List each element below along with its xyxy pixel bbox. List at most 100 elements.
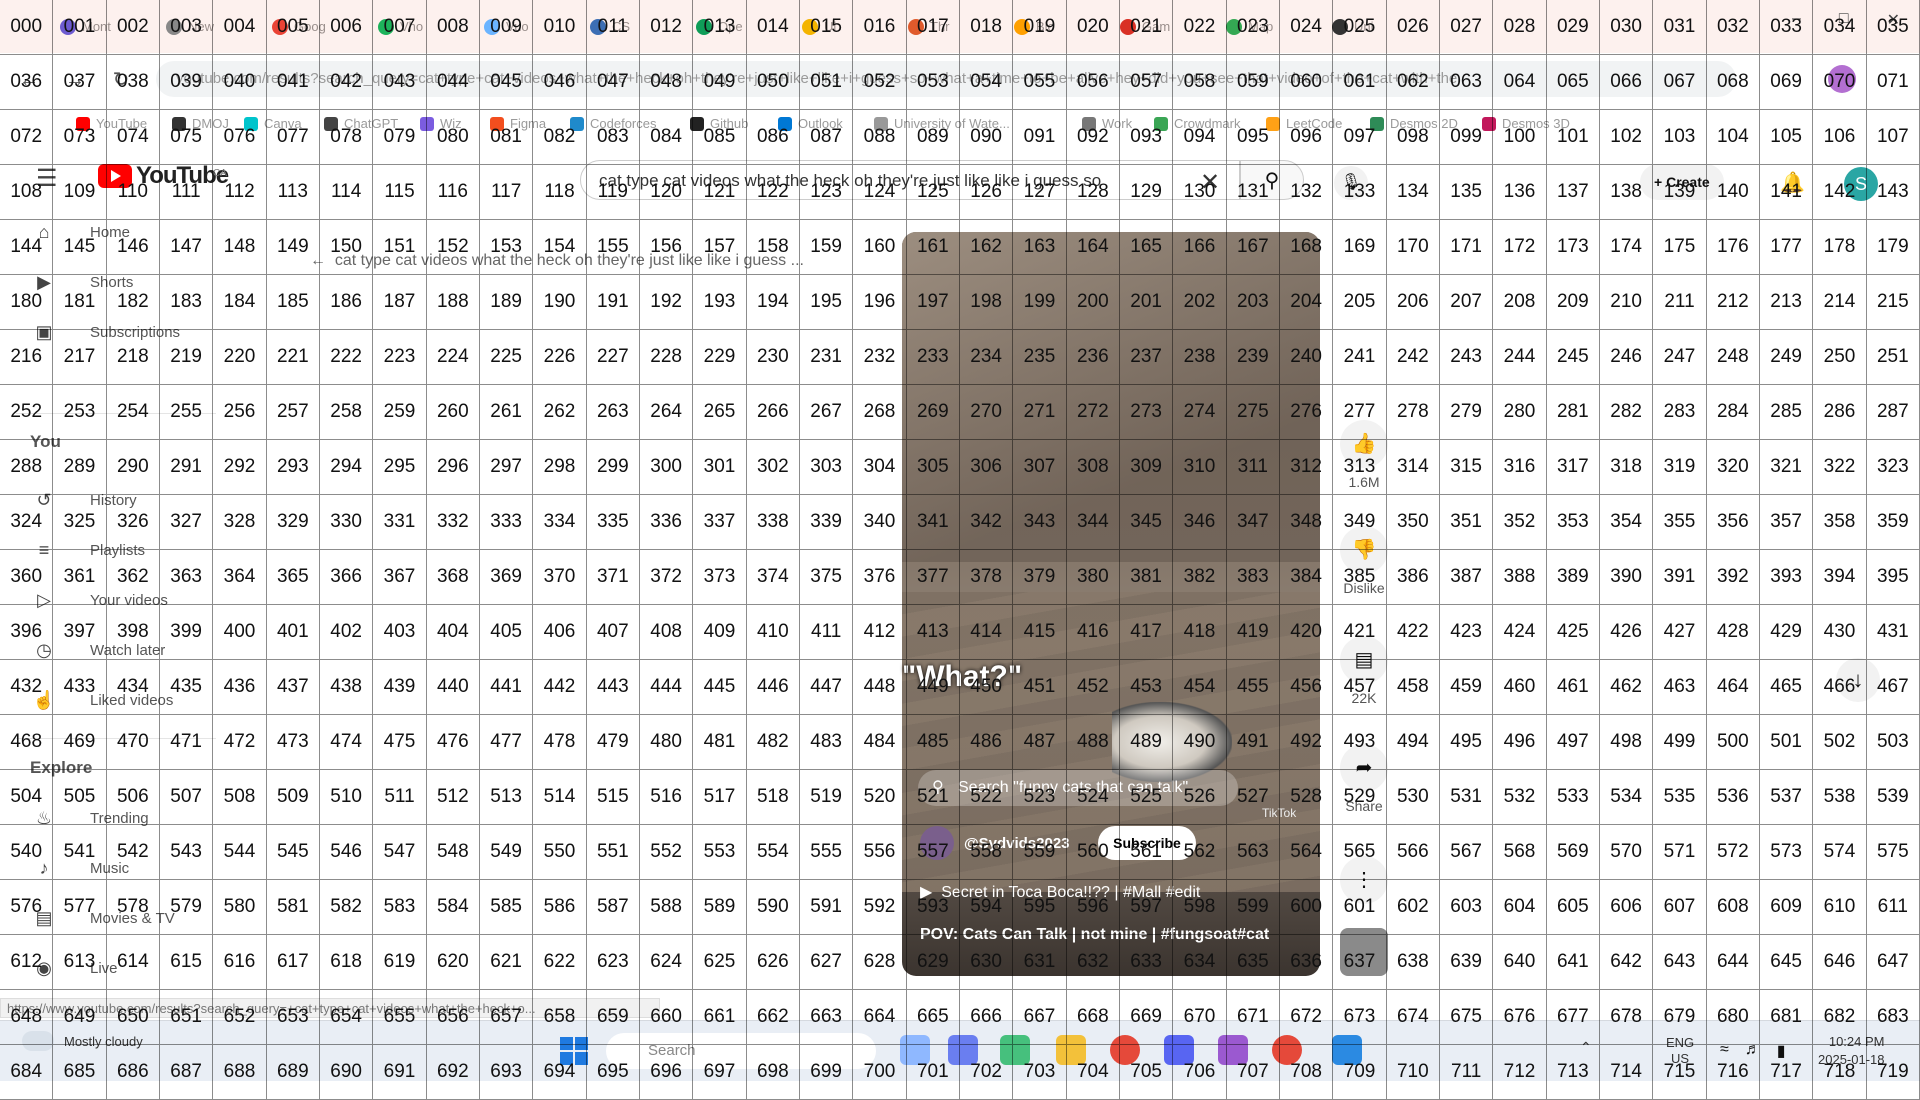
more-actions[interactable]: ⋮ [1340,856,1388,904]
share-icon[interactable]: ➦ [1340,744,1388,792]
sidebar-item-playlists[interactable]: ≡ Playlists [0,530,230,570]
chevron-up-icon[interactable]: ⌃ [1580,1039,1592,1056]
browser-tab[interactable]: Gam [1120,8,1216,45]
browser-tab[interactable]: Uni [1332,8,1428,45]
channel-avatar[interactable] [920,826,954,860]
clear-search-icon[interactable]: ✕ [1200,168,1220,197]
browser-tab[interactable]: CS [590,8,686,45]
bookmark-item[interactable]: DMOJ [172,116,229,131]
chrome-active-icon[interactable] [1272,1035,1302,1065]
sidebar-item-live[interactable]: ◉ Live [0,948,230,988]
comments-action[interactable]: ▤ 22K [1340,636,1388,706]
battery-icon[interactable]: ▮ [1777,1041,1786,1061]
clock[interactable]: 10:24 PM 2025-01-18 [1818,1033,1885,1069]
edge-icon[interactable] [1000,1035,1030,1065]
channel-info[interactable]: @Sydvids2023 [920,826,1070,860]
reload-icon[interactable]: ↻ [108,67,134,93]
shorts-back-link[interactable]: ← cat type cat videos what the heck oh t… [310,252,870,276]
language-indicator[interactable]: ENG US [1666,1035,1694,1067]
grid-cell-label: 266 [746,385,800,440]
sidebar-item-music[interactable]: ♪ Music [0,848,230,888]
browser-tab[interactable]: Ul [802,8,898,45]
sidebar-item-watch-later[interactable]: ◷ Watch later [0,630,230,670]
browser-tab[interactable]: Ope [696,8,792,45]
youtube-logo[interactable]: YouTube [98,162,229,190]
sound-icon[interactable] [1340,928,1388,976]
task-view-icon[interactable] [900,1035,930,1065]
profile-avatar-icon[interactable] [1828,65,1856,93]
browser-tab[interactable]: Thr [908,8,1004,45]
voice-search-icon[interactable]: 🎙 [1334,166,1368,200]
dislike-icon[interactable]: 👎 [1340,526,1388,574]
close-window-button[interactable]: ✕ [1887,10,1900,30]
chrome-icon[interactable] [1110,1035,1140,1065]
sidebar-item-shorts[interactable]: ▶ Shorts [0,262,230,302]
hamburger-menu-icon[interactable]: ☰ [36,164,58,193]
bookmark-item[interactable]: Desmos 2D [1370,116,1458,131]
more-vertical-icon[interactable]: ⋮ [1340,856,1388,904]
sidebar-item-your-videos[interactable]: ▷ Your videos [0,580,230,620]
browser-tab[interactable]: Mont [60,8,156,45]
wifi-icon[interactable]: ≈ [1720,1041,1729,1061]
browser-tab[interactable]: Goog [272,8,368,45]
share-action[interactable]: ➦ Share [1340,744,1388,814]
weather-widget[interactable]: Mostly cloudy [22,1031,143,1051]
video-title[interactable]: POV: Cats Can Talk | not mine | #fungsoa… [920,926,1269,944]
sidebar-item-history[interactable]: ↺ History [0,480,230,520]
teams-icon[interactable] [948,1035,978,1065]
bookmark-item[interactable]: Outlook [778,116,843,131]
bookmark-item[interactable]: Work [1082,116,1132,131]
browser-tab[interactable]: Vho [378,8,474,45]
subscribe-button[interactable]: Subscribe [1098,826,1196,860]
forward-arrow-icon[interactable]: → [62,67,88,93]
taskbar-search[interactable]: Search [606,1033,876,1069]
notifications-bell-icon[interactable]: 🔔 [1780,170,1805,195]
browser-tab[interactable]: Blo [1014,8,1110,45]
browser-tab[interactable]: Map [1226,8,1322,45]
shorts-video-player[interactable] [902,232,1320,976]
bookmark-item[interactable]: LeetCode [1266,116,1342,131]
back-arrow-icon[interactable]: ← [16,67,42,93]
bookmark-item[interactable]: Github [690,116,748,131]
minimize-button[interactable]: – [1792,10,1801,30]
remix-action[interactable] [1340,928,1388,976]
account-avatar[interactable]: S [1844,167,1878,201]
search-input[interactable]: cat type cat videos what the heck oh the… [580,160,1240,200]
like-action[interactable]: 👍 1.6M [1340,420,1388,490]
next-short-arrow-icon[interactable]: ↓ [1836,658,1880,702]
related-search-chip[interactable]: ⚲ Search "funny cats that can talk" [918,770,1238,806]
bookmark-item[interactable]: Desmos 3D [1482,116,1570,131]
like-icon[interactable]: 👍 [1340,420,1388,468]
url-field[interactable]: youtube.com/results?search_query=cat+typ… [156,61,1736,97]
bookmark-item[interactable]: Canva [244,116,302,131]
bookmark-item[interactable]: Codeforces [570,116,656,131]
dislike-action[interactable]: 👎 Dislike [1340,526,1388,596]
bookmark-item[interactable]: Crowdmark [1154,116,1240,131]
bookmark-item[interactable]: Figma [490,116,546,131]
obsidian-icon[interactable] [1218,1035,1248,1065]
sidebar-item-home[interactable]: ⌂ Home [0,212,230,252]
browser-tab[interactable]: Vuo [484,8,580,45]
sidebar-item-liked-videos[interactable]: ☝ Liked videos [0,680,230,720]
playlist-link[interactable]: ▶ Secret in Toca Boca!!?? | #Mall #edit [920,882,1200,902]
grid-cell-label: 388 [1493,550,1547,605]
sidebar-you-heading[interactable]: You [30,432,61,452]
sidebar-item-movies-tv[interactable]: ▤ Movies & TV [0,898,230,938]
bookmark-item[interactable]: University of Wate... [874,116,1010,131]
search-button[interactable]: ⚲ [1240,160,1304,200]
browser-tab[interactable]: New [166,8,262,45]
bookmark-item[interactable]: Wiz [420,116,462,131]
file-explorer-icon[interactable] [1056,1035,1086,1065]
sidebar-item-subscriptions[interactable]: ▣ Subscriptions [0,312,230,352]
vscode-icon[interactable] [1332,1035,1362,1065]
sidebar-item-trending[interactable]: ♨ Trending [0,798,230,838]
bookmark-item[interactable]: YouTube [76,116,147,131]
windows-start-icon[interactable] [560,1037,588,1065]
bookmark-item[interactable]: ChatGPT [324,116,398,131]
volume-icon[interactable]: ♬ [1745,1041,1761,1061]
channel-name[interactable]: @Sydvids2023 [964,835,1070,852]
maximize-button[interactable]: □ [1839,10,1849,30]
discord-icon[interactable] [1164,1035,1194,1065]
comment-icon[interactable]: ▤ [1340,636,1388,684]
create-button[interactable]: + Create [1640,164,1724,200]
